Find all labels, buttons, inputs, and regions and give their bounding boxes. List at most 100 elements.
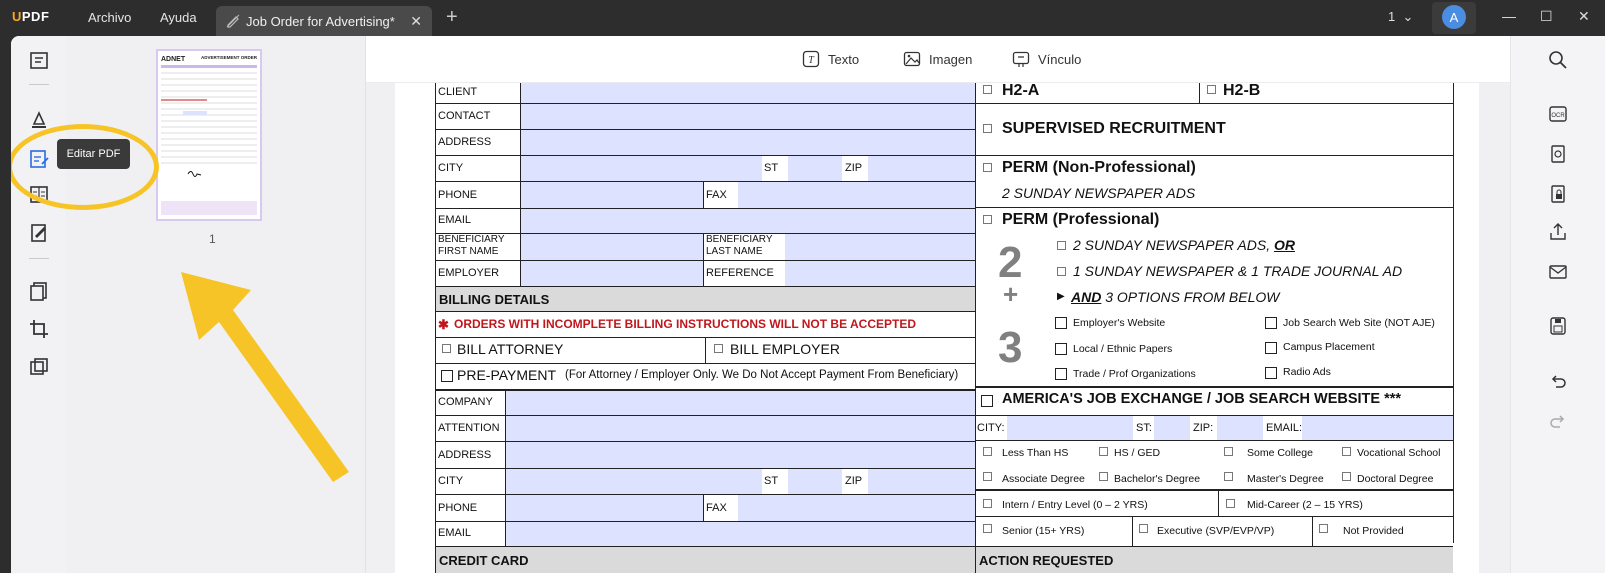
perm-pro-checkbox[interactable] [983,215,992,224]
master-checkbox[interactable] [1224,472,1233,481]
reader-mode-icon[interactable] [28,50,50,72]
bachelor-checkbox[interactable] [1099,472,1108,481]
some-college-checkbox[interactable] [1224,447,1233,456]
attention-field[interactable] [505,416,975,441]
comment-marker-icon[interactable] [28,108,50,130]
h2a-checkbox[interactable] [983,85,992,94]
city-field[interactable] [520,156,762,181]
option-trade-journal-checkbox[interactable] [1057,267,1066,276]
menu-ayuda[interactable]: Ayuda [160,10,197,25]
aje-checkbox[interactable] [981,395,993,407]
phone-field[interactable] [520,182,703,208]
aje-email-field[interactable] [1302,416,1453,440]
company-field[interactable] [505,391,975,415]
employer-field[interactable] [520,261,703,286]
page-selector[interactable]: 1 ⌄ [1388,9,1413,25]
hs-ged-checkbox[interactable] [1099,447,1108,456]
email-icon[interactable] [1548,262,1568,282]
menu-archivo[interactable]: Archivo [88,10,131,25]
organize-pages-icon[interactable] [28,280,50,302]
option-two-sunday-ads-checkbox[interactable] [1057,241,1066,250]
prepayment-checkbox[interactable] [441,370,453,382]
updf-logo[interactable]: UPDF [12,9,49,24]
email-field[interactable] [520,209,975,233]
billing-address-field[interactable] [505,442,975,468]
some-college-label: Some College [1247,447,1313,459]
redo-icon[interactable] [1548,412,1568,432]
billing-st-field[interactable] [788,469,842,494]
fax-field[interactable] [738,182,975,208]
convert-icon[interactable] [1548,144,1568,164]
less-hs-checkbox[interactable] [983,447,992,456]
client-field[interactable] [520,83,975,103]
executive-checkbox[interactable] [1139,524,1148,533]
close-window-icon[interactable]: ✕ [1578,8,1590,25]
page-thumbnail[interactable]: ADNET ADVERTISEMENT ORDER [156,49,262,221]
document-tab[interactable]: Job Order for Advertising* ✕ [216,6,432,36]
billing-email-field[interactable] [505,522,975,546]
radio-ads-checkbox[interactable] [1265,367,1277,379]
document-viewport[interactable]: CLIENT CONTACT ADDRESS CITY ST ZIP PHONE… [366,83,1510,573]
aje-city-field[interactable] [1007,416,1133,440]
associate-checkbox[interactable] [983,472,992,481]
intern-checkbox[interactable] [983,499,992,508]
bill-employer-checkbox[interactable] [714,344,723,353]
close-tab-icon[interactable]: ✕ [410,13,422,30]
billing-city-label: CITY [438,475,464,487]
crop-icon[interactable] [28,318,50,340]
h2b-checkbox[interactable] [1207,85,1216,94]
st-field[interactable] [788,156,842,181]
billing-phone-label: PHONE [438,502,478,514]
billing-zip-field[interactable] [868,469,975,494]
billing-phone-field[interactable] [505,495,703,521]
aje-zip-field[interactable] [1217,416,1263,440]
toolbar-divider [29,258,49,259]
zip-field[interactable] [868,156,975,181]
new-tab-icon[interactable]: + [446,6,458,29]
local-ethnic-label: Local / Ethnic Papers [1073,343,1173,355]
employers-website-checkbox[interactable] [1055,317,1067,329]
mid-career-checkbox[interactable] [1226,499,1235,508]
share-icon[interactable] [1548,222,1568,242]
aje-st-field[interactable] [1154,416,1190,440]
maximize-icon[interactable]: ☐ [1540,8,1553,25]
billing-city-field[interactable] [505,469,762,494]
protect-icon[interactable] [1548,184,1568,204]
supervised-recruitment-checkbox[interactable] [983,124,992,133]
doctoral-checkbox[interactable] [1342,472,1351,481]
bill-employer-label: BILL EMPLOYER [730,341,840,357]
perm-nonpro-label: PERM (Non-Professional) [1002,159,1196,176]
job-search-web-checkbox[interactable] [1265,317,1277,329]
h2b-label: H2-B [1223,83,1261,99]
perm-nonpro-checkbox[interactable] [983,163,992,172]
campus-placement-checkbox[interactable] [1265,342,1277,354]
big-number-three: 3 [998,323,1023,372]
contact-label: CONTACT [438,110,491,122]
ocr-icon[interactable]: OCR [1548,104,1568,124]
local-ethnic-checkbox[interactable] [1055,343,1067,355]
billing-fax-field[interactable] [738,495,975,521]
contact-field[interactable] [520,104,975,129]
minimize-icon[interactable]: — [1502,8,1516,24]
bill-attorney-checkbox[interactable] [442,344,451,353]
not-provided-checkbox[interactable] [1319,524,1328,533]
layers-icon[interactable] [28,356,50,378]
aje-city-label: CITY: [977,422,1005,434]
beneficiary-first-name-field[interactable] [520,234,703,260]
sign-document-icon[interactable] [28,222,50,244]
billing-email-label: EMAIL [438,527,472,539]
add-link-button[interactable]: Vínculo [1012,50,1081,68]
image-tool-icon [903,51,921,67]
trade-prof-checkbox[interactable] [1055,368,1067,380]
vocational-checkbox[interactable] [1342,447,1351,456]
address-field[interactable] [520,130,975,155]
undo-icon[interactable] [1548,372,1568,392]
search-icon[interactable] [1548,50,1568,70]
save-icon[interactable] [1548,316,1568,336]
user-avatar[interactable]: A [1442,5,1466,29]
add-text-button[interactable]: T Texto [802,50,859,68]
add-image-button[interactable]: Imagen [903,50,972,68]
reference-field[interactable] [785,261,975,286]
senior-checkbox[interactable] [983,524,992,533]
beneficiary-last-name-field[interactable] [785,234,975,260]
